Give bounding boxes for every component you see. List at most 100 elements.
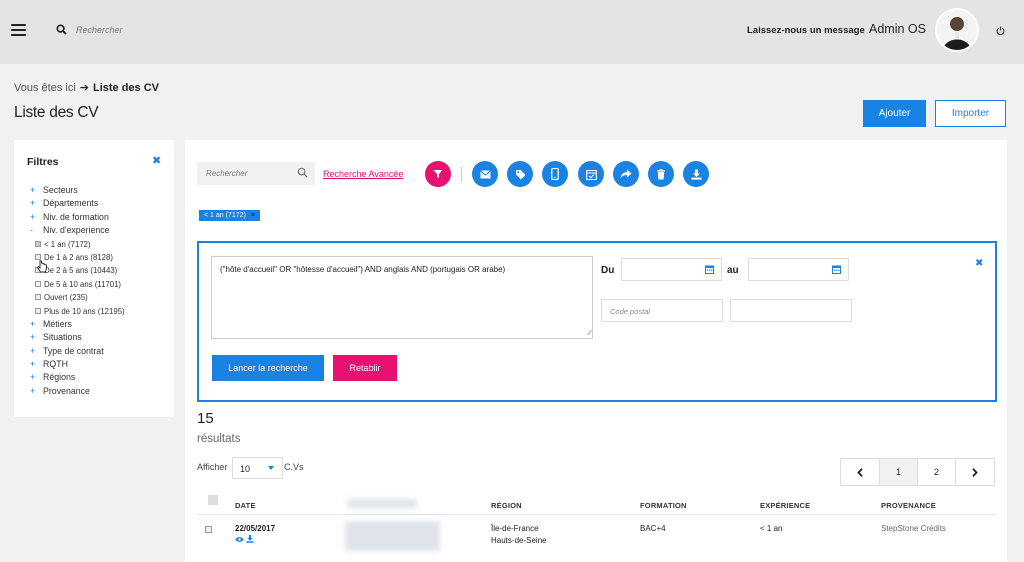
date-to-input[interactable] (748, 258, 849, 281)
filter-situations[interactable]: + Situations (30, 331, 170, 344)
blurred-column-header (347, 499, 417, 508)
checkbox[interactable] (35, 240, 41, 247)
launch-search-button[interactable]: Lancer la recherche (212, 355, 324, 381)
calendar-icon[interactable] (578, 161, 604, 187)
filter-provenance[interactable]: + Provenance (30, 385, 170, 398)
active-filter-tag[interactable]: < 1 an (7172) × (199, 210, 260, 221)
filter-type-contrat[interactable]: + Type de contrat (30, 345, 170, 358)
reset-button[interactable]: Retablir (333, 355, 397, 381)
close-filters-icon[interactable]: ✖ (152, 154, 161, 167)
search-icon[interactable] (56, 24, 67, 35)
experience-option[interactable]: Plus de 10 ans (12195) (30, 305, 170, 318)
results-count: 15 (197, 410, 214, 427)
filter-regions[interactable]: + Régions (30, 371, 170, 384)
main-panel: Rechercher Recherche Avancée < 1 an (717… (185, 140, 1007, 562)
filter-list: + Secteurs + Départements + Niv. de formati… (30, 184, 170, 398)
calendar-icon[interactable] (705, 265, 714, 274)
avatar[interactable] (935, 8, 979, 52)
filter-rqth[interactable]: + RQTH (30, 358, 170, 371)
postal-code-input[interactable]: Code postal (601, 299, 723, 322)
date-from-label: Du (601, 265, 615, 276)
plus-icon: + (30, 185, 36, 195)
page-1-button[interactable]: 1 (879, 458, 918, 486)
mobile-icon[interactable] (542, 161, 568, 187)
per-page-select[interactable]: 10 (232, 457, 283, 479)
blurred-candidate-name (345, 521, 440, 551)
download-icon[interactable] (246, 535, 254, 543)
filter-label: Secteurs (43, 185, 78, 195)
experience-option[interactable]: < 1 an (7172) (30, 238, 170, 251)
remove-tag-icon[interactable]: × (251, 212, 255, 219)
filter-icon[interactable] (425, 161, 451, 187)
plus-icon: + (30, 385, 36, 396)
user-name[interactable]: Admin OS (869, 22, 926, 36)
checkbox[interactable] (35, 294, 41, 301)
calendar-icon[interactable] (832, 265, 841, 274)
filter-label: Niv. de formation (43, 211, 109, 222)
row-experience: < 1 an (760, 524, 783, 533)
show-label: Afficher (197, 462, 228, 472)
prev-page-button[interactable] (840, 458, 880, 486)
email-icon[interactable] (472, 161, 498, 187)
table-header: DATE RÉGION FORMATION EXPÉRIENCE PROVENA… (197, 495, 997, 515)
experience-option[interactable]: Ouvert (235) (30, 291, 170, 304)
postal-code-input-2[interactable] (730, 299, 852, 322)
per-page-value: 10 (240, 464, 251, 474)
menu-icon[interactable] (11, 24, 26, 37)
experience-option[interactable]: De 1 à 2 ans (8128) (30, 251, 170, 264)
add-button[interactable]: Ajouter (863, 100, 926, 127)
col-region[interactable]: RÉGION (491, 501, 522, 510)
tag-icon[interactable] (507, 161, 533, 187)
col-provenance[interactable]: PROVENANCE (881, 501, 936, 510)
eye-icon[interactable] (235, 536, 244, 543)
plus-icon: + (30, 345, 36, 356)
page-2-button[interactable]: 2 (917, 458, 956, 486)
checkbox[interactable] (35, 280, 41, 287)
col-formation[interactable]: FORMATION (640, 501, 687, 510)
close-advanced-icon[interactable]: ✖ (975, 258, 983, 269)
breadcrumb-current[interactable]: Liste des CV (93, 82, 159, 94)
next-page-button[interactable] (955, 458, 995, 486)
date-to-label: au (727, 265, 739, 276)
plus-icon: + (30, 359, 36, 370)
cv-search-input[interactable]: Rechercher (197, 162, 315, 185)
filter-departements[interactable]: + Départements (30, 197, 170, 210)
plus-icon: + (30, 198, 36, 209)
chevron-down-icon (268, 466, 274, 470)
col-experience[interactable]: EXPÉRIENCE (760, 501, 810, 510)
chevron-left-icon (857, 467, 863, 477)
row-region-1: Île-de-France (491, 524, 539, 533)
row-checkbox[interactable] (205, 526, 212, 533)
search-icon[interactable] (297, 167, 308, 178)
row-actions (235, 535, 254, 547)
per-page-suffix: C.Vs (284, 462, 304, 472)
filter-niv-experience[interactable]: - Niv. d'experience (30, 224, 170, 237)
filter-label: Provenance (43, 385, 90, 396)
filter-label: Situations (43, 332, 82, 343)
checkbox[interactable] (35, 307, 41, 314)
trash-icon[interactable] (648, 161, 674, 187)
resize-handle-icon[interactable]: ⁄⁄ (589, 330, 591, 337)
filter-metiers[interactable]: + Métiers (30, 318, 170, 331)
option-label: De 2 à 5 ans (10443) (44, 266, 118, 276)
import-button[interactable]: Importer (935, 100, 1006, 127)
top-search-input[interactable]: Rechercher (76, 25, 123, 35)
message-link[interactable]: Laissez-nous un message (747, 25, 865, 36)
breadcrumb: Vous êtes ici ➔ Liste des CV (14, 81, 159, 94)
table-row[interactable]: 22/05/2017 Île-de-France Hauts-de-Seine … (197, 519, 997, 559)
plus-icon: + (30, 372, 36, 383)
filter-secteurs[interactable]: + Secteurs (30, 184, 170, 197)
experience-option[interactable]: De 2 à 5 ans (10443) (30, 264, 170, 277)
filter-niv-formation[interactable]: + Niv. de formation (30, 211, 170, 224)
page-title: Liste des CV (14, 104, 99, 121)
share-icon[interactable] (613, 161, 639, 187)
power-icon[interactable] (996, 26, 1005, 35)
experience-option[interactable]: De 5 à 10 ans (11701) (30, 278, 170, 291)
boolean-query-textarea[interactable]: ("hôte d'accueil" OR "hôtesse d'accueil"… (211, 256, 593, 339)
select-all-checkbox[interactable] (208, 495, 218, 505)
download-icon[interactable] (683, 161, 709, 187)
col-date[interactable]: DATE (235, 501, 256, 510)
filter-label: Niv. d'experience (43, 225, 110, 236)
advanced-search-link[interactable]: Recherche Avancée (323, 169, 403, 179)
date-from-input[interactable] (621, 258, 722, 281)
